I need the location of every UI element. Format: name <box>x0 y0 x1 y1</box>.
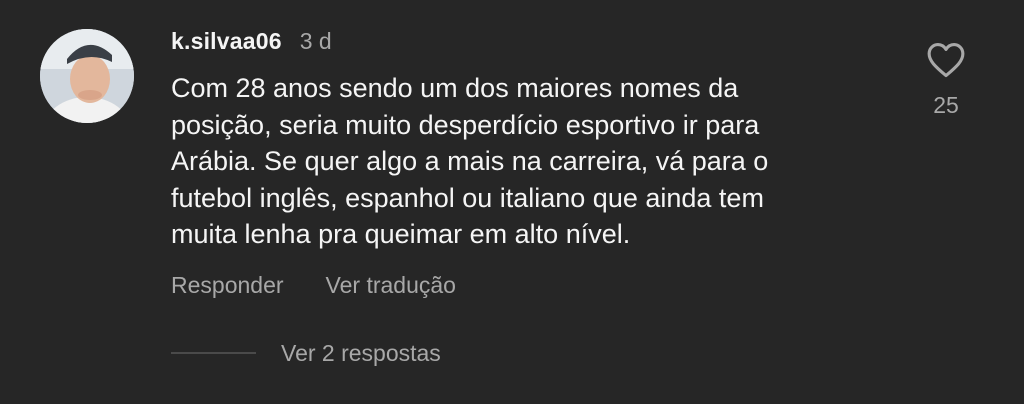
comment-text-line: Arábia. Se quer algo a mais na carreira,… <box>171 146 769 176</box>
comment-actions: Responder Ver tradução <box>171 268 456 302</box>
comment-text: Com 28 anos sendo um dos maiores nomes d… <box>171 70 871 253</box>
comment-text-line: posição, seria muito desperdício esporti… <box>171 109 760 140</box>
view-replies-button[interactable]: Ver 2 respostas <box>171 336 441 370</box>
comment-text-line: futebol inglês, espanhol ou italiano que… <box>171 182 764 213</box>
comment-meta: k.silvaa06 3 d <box>171 24 332 58</box>
comment-text-line: muita lenha pra queimar em alto nível. <box>171 219 631 249</box>
avatar[interactable] <box>40 29 134 123</box>
timestamp: 3 d <box>299 27 332 54</box>
replies-divider <box>171 352 256 354</box>
like-count: 25 <box>933 92 959 118</box>
reply-button[interactable]: Responder <box>171 272 284 299</box>
heart-icon[interactable] <box>924 38 968 82</box>
username[interactable]: k.silvaa06 <box>171 28 282 55</box>
comment-text-line: Com 28 anos sendo um dos maiores nomes d… <box>171 73 739 103</box>
translate-button[interactable]: Ver tradução <box>326 272 456 299</box>
comment: k.silvaa06 3 d Com 28 anos sendo um dos … <box>0 0 1024 404</box>
avatar-photo <box>40 29 134 123</box>
like-control: 25 <box>918 38 974 119</box>
view-replies-label[interactable]: Ver 2 respostas <box>281 340 441 367</box>
